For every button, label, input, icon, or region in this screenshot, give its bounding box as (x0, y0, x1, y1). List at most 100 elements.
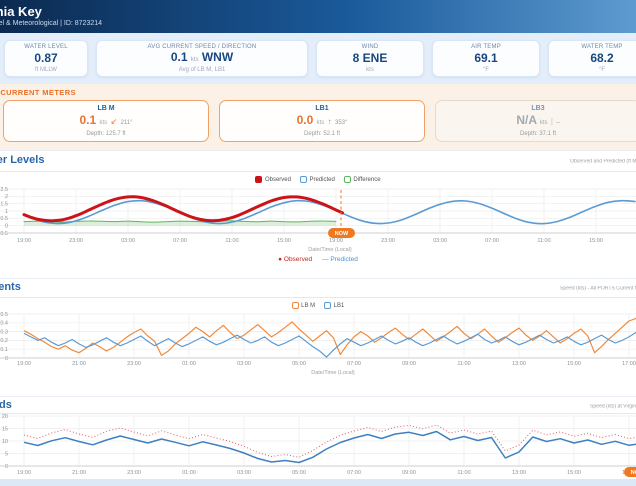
svg-text:19:00: 19:00 (17, 470, 31, 476)
meter-name: LB3 (531, 105, 545, 112)
svg-text:11:00: 11:00 (225, 238, 238, 244)
svg-text:20: 20 (2, 414, 8, 420)
bottom-strip (0, 479, 636, 486)
metric-note: Avg of LB M, LB1 (178, 67, 226, 73)
station-subtitle: Water Level & Meteorological | ID: 87232… (0, 20, 103, 27)
currents-legend: LB M LB1 (0, 302, 636, 309)
meter-bearing: – (556, 119, 560, 126)
current-meters-title: PORTS CURRENT METERS (0, 88, 76, 97)
winds-chart: 20 15 10 5 0 19:00 21:00 23:00 01:00 03:00 05:00 07… (0, 414, 636, 477)
station-name: Virginia Key (0, 4, 42, 19)
meter-reading: N/A kts | – (516, 112, 560, 127)
svg-text:07:00: 07:00 (347, 361, 361, 367)
svg-text:1.5: 1.5 (0, 201, 8, 207)
metric-value: 69.1 (474, 51, 498, 65)
meter-unit: kts (99, 119, 108, 126)
metric-direction: WNW (201, 49, 234, 64)
legend-item-predicted[interactable]: Predicted (299, 176, 335, 183)
svg-text:15:00: 15:00 (567, 361, 581, 367)
svg-text:10: 10 (2, 439, 8, 445)
svg-text:03:00: 03:00 (237, 361, 251, 367)
metric-unit: °F (482, 67, 490, 73)
currents-title[interactable]: Currents (0, 281, 21, 293)
meter-card-lb3: LB3 N/A kts | – Depth: 37.1 ft (435, 100, 636, 142)
section-divider (0, 297, 636, 298)
svg-text:17:00: 17:00 (622, 361, 636, 367)
svg-text:0.4: 0.4 (0, 321, 8, 327)
svg-text:0: 0 (5, 356, 8, 362)
winds-title[interactable]: Winds (0, 399, 12, 411)
meter-card-lb1[interactable]: LB1 0.0 kts ↑ 353° Depth: 52.1 ft (219, 100, 425, 142)
svg-text:09:00: 09:00 (402, 470, 416, 476)
legend-item-observed[interactable]: Observed (255, 176, 291, 183)
water-levels-legend: Observed Predicted Difference (0, 176, 636, 183)
svg-text:-0.5: -0.5 (0, 231, 8, 237)
dash-icon: — (322, 256, 329, 263)
svg-text:13:00: 13:00 (512, 470, 526, 476)
meter-unit: kts (539, 119, 548, 126)
meter-bearing: 211° (120, 119, 133, 126)
metric-unit: °F (598, 67, 606, 73)
meter-depth: Depth: 37.1 ft (519, 131, 557, 137)
legend-item-lb1[interactable]: LB1 (324, 302, 344, 309)
metric-value: 0.87 (34, 51, 58, 65)
lb1-swatch-icon (324, 302, 332, 309)
station-header: Virginia Key Water Level & Meteorologica… (0, 0, 636, 33)
metric-card-water-level: WATER LEVEL 0.87 ft MLLW (4, 40, 88, 77)
metric-card-water-temp: WATER TEMP 68.2 °F (548, 40, 636, 77)
water-levels-subtitle: Observed and Predicted (ft MLLW) (570, 159, 636, 165)
svg-text:03:00: 03:00 (433, 238, 447, 244)
svg-text:NOW: NOW (631, 470, 636, 476)
svg-text:07:00: 07:00 (347, 470, 361, 476)
section-divider (0, 278, 636, 279)
meter-reading: 0.0 kts ↑ 353° (296, 112, 348, 127)
metric-value: 0.1 kts WNW (170, 49, 234, 64)
predicted-swatch-icon (299, 176, 307, 183)
lbm-swatch-icon (291, 302, 299, 309)
svg-text:21:00: 21:00 (72, 361, 86, 367)
currents-chart: 0.5 0.4 0.3 0.2 0.1 0 19:00 21:00 23:00 01:00 03:0… (0, 312, 636, 376)
svg-text:15: 15 (2, 426, 8, 432)
svg-text:0.3: 0.3 (0, 329, 8, 335)
svg-text:01:00: 01:00 (182, 470, 196, 476)
svg-text:15:00: 15:00 (277, 238, 291, 244)
svg-text:07:00: 07:00 (485, 238, 499, 244)
metric-card-wind: WIND 8 ENE kts (316, 40, 424, 77)
water-levels-bottom-legend: ● Observed — Predicted (0, 256, 636, 263)
svg-text:19:00: 19:00 (17, 361, 31, 367)
svg-text:0.2: 0.2 (0, 338, 8, 344)
legend-item-lbm[interactable]: LB M (291, 302, 315, 309)
svg-text:Date/Time (Local): Date/Time (Local) (308, 247, 352, 253)
water-levels-chart: 2.521.5 10.50 -0.5 19:00 23:00 03:00 07:00 11:0… (0, 187, 636, 253)
legend-item-difference[interactable]: Difference (343, 176, 381, 183)
svg-text:23:00: 23:00 (69, 238, 83, 244)
svg-text:1: 1 (5, 209, 8, 215)
metric-label: WIND (361, 44, 379, 50)
direction-arrow-icon: ↙ (110, 116, 118, 126)
meter-depth: Depth: 125.7 ft (86, 131, 126, 137)
metric-label: WATER LEVEL (24, 44, 68, 50)
svg-text:11:00: 11:00 (457, 470, 470, 476)
svg-text:5: 5 (5, 451, 8, 457)
svg-text:15:00: 15:00 (589, 238, 603, 244)
svg-text:03:00: 03:00 (237, 470, 251, 476)
water-levels-title[interactable]: Water Levels (0, 154, 44, 166)
direction-arrow-icon: ↑ (327, 116, 332, 126)
svg-text:03:00: 03:00 (121, 238, 135, 244)
svg-text:0.5: 0.5 (0, 312, 8, 318)
meter-card-lbm[interactable]: LB M 0.1 kts ↙ 211° Depth: 125.7 ft (3, 100, 209, 142)
metric-label: AIR TEMP (471, 44, 501, 50)
currents-subtitle: Speed (kts) - All PORTS Current Meters (560, 286, 636, 292)
svg-text:NOW: NOW (335, 231, 349, 237)
svg-text:11:00: 11:00 (537, 238, 550, 244)
svg-text:11:00: 11:00 (457, 361, 470, 367)
svg-text:0: 0 (5, 223, 8, 229)
metric-value: 8 ENE (352, 51, 388, 65)
svg-text:13:00: 13:00 (512, 361, 526, 367)
svg-text:05:00: 05:00 (292, 470, 306, 476)
svg-text:15:00: 15:00 (567, 470, 581, 476)
svg-text:05:00: 05:00 (292, 361, 306, 367)
svg-text:0.5: 0.5 (0, 216, 8, 222)
svg-text:19:00: 19:00 (17, 238, 31, 244)
section-divider (0, 396, 636, 397)
